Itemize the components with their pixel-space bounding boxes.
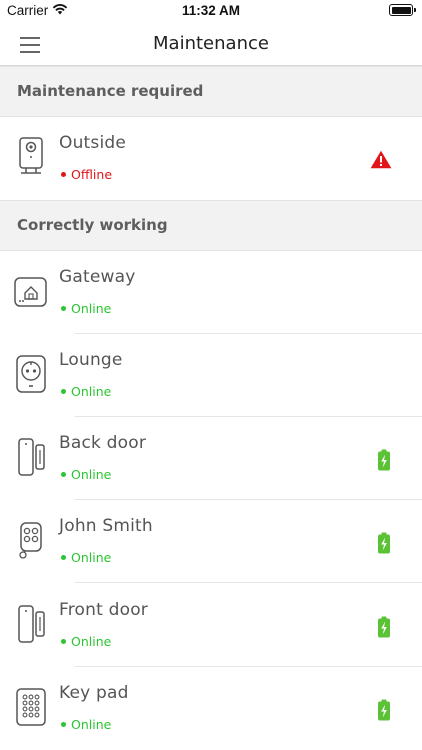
device-status: Online	[71, 467, 112, 482]
status-dot	[61, 306, 66, 311]
device-row-gateway[interactable]: Gateway Online	[0, 251, 422, 334]
section-header-correctly-working: Correctly working	[0, 200, 422, 251]
device-status: Online	[71, 717, 112, 732]
battery-charging-icon	[377, 616, 391, 642]
gateway-icon	[12, 269, 52, 313]
device-row-john-smith[interactable]: John Smith Online	[0, 500, 422, 583]
device-status: Online	[71, 550, 112, 565]
navigation-bar: Maintenance	[0, 22, 422, 66]
status-dot	[61, 555, 66, 560]
smart-plug-icon	[12, 352, 52, 396]
battery-charging-icon	[377, 699, 391, 725]
row-divider	[75, 582, 422, 583]
status-dot	[61, 722, 66, 727]
device-row-outside[interactable]: Outside Offline	[0, 117, 422, 200]
key-fob-icon	[12, 518, 52, 562]
keypad-icon	[12, 685, 52, 729]
section-header-maintenance-required: Maintenance required	[0, 66, 422, 117]
device-status: Online	[71, 634, 112, 649]
device-status: Online	[71, 384, 112, 399]
device-row-front-door[interactable]: Front door Online	[0, 584, 422, 667]
camera-icon	[12, 135, 52, 179]
battery-status-icon	[389, 4, 416, 16]
device-name: Front door	[59, 600, 148, 620]
device-row-lounge[interactable]: Lounge Online	[0, 334, 422, 417]
status-dot	[61, 172, 66, 177]
door-sensor-icon	[12, 435, 52, 479]
status-dot	[61, 639, 66, 644]
page-title: Maintenance	[153, 33, 269, 54]
clock: 11:32 AM	[181, 3, 241, 18]
device-status: Offline	[71, 167, 113, 182]
battery-charging-icon	[377, 449, 391, 475]
door-sensor-icon	[12, 602, 52, 646]
device-name: John Smith	[59, 516, 153, 536]
section-label: Correctly working	[17, 216, 168, 234]
device-row-key-pad[interactable]: Key pad Online	[0, 667, 422, 750]
status-bar: Carrier 11:32 AM	[0, 0, 422, 22]
battery-charging-icon	[377, 532, 391, 558]
warning-icon	[370, 150, 392, 173]
status-dot	[61, 472, 66, 477]
device-row-back-door[interactable]: Back door Online	[0, 417, 422, 500]
status-dot	[61, 389, 66, 394]
device-name: Lounge	[59, 350, 123, 370]
device-name: Gateway	[59, 267, 136, 287]
device-name: Outside	[59, 133, 127, 153]
device-name: Back door	[59, 433, 147, 453]
device-status: Online	[71, 301, 112, 316]
device-name: Key pad	[59, 683, 129, 703]
section-label: Maintenance required	[17, 82, 204, 100]
